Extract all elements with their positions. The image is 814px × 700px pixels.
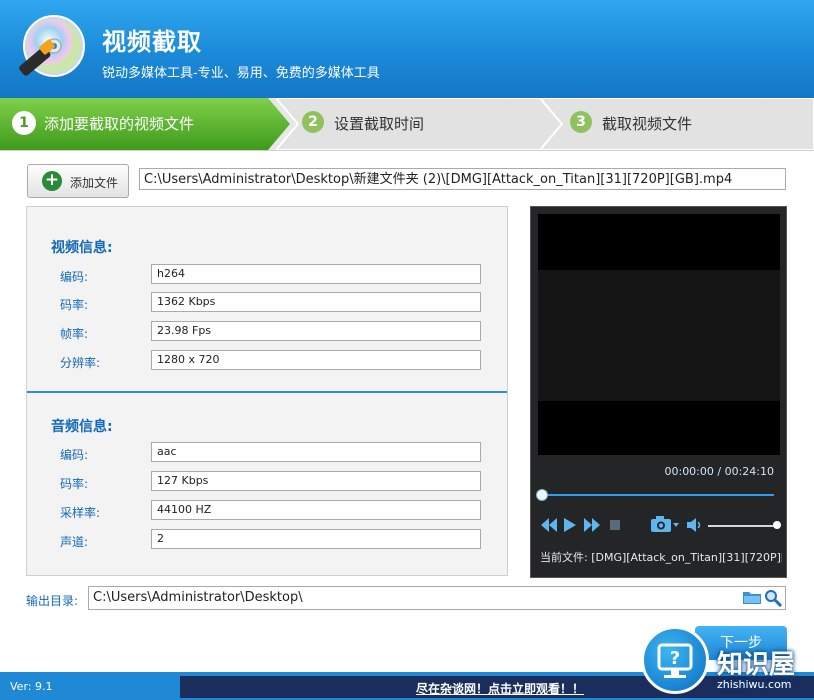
version-label: Ver: 9.1 — [10, 680, 53, 693]
seek-handle[interactable] — [536, 489, 548, 501]
audio-codec-value: aac — [151, 442, 481, 462]
step-bar: 1 添加要截取的视频文件 2 设置截取时间 3 截取视频文件 — [0, 98, 814, 151]
video-bitrate-label: 码率: — [60, 298, 89, 312]
video-player: 00:00:00 / 00:24:10 当前文件: [DMG][Attack_o… — [530, 206, 787, 578]
step-3-cut-video[interactable]: 3 截取视频文件 — [540, 98, 814, 150]
volume-icon[interactable] — [687, 518, 703, 532]
stop-icon[interactable] — [610, 520, 620, 530]
section-divider — [27, 391, 507, 393]
watermark-text: 知识屋 — [717, 650, 796, 680]
watermark-logo-icon: ? — [641, 626, 709, 694]
video-resolution-label: 分辨率: — [60, 356, 101, 370]
video-info-title: 视频信息: — [51, 240, 113, 256]
app-subtitle: 锐动多媒体工具-专业、易用、免费的多媒体工具 — [102, 66, 380, 81]
video-resolution-value: 1280 x 720 — [151, 350, 481, 370]
step-number: 3 — [570, 111, 592, 133]
search-icon[interactable] — [764, 589, 782, 607]
step-number: 1 — [12, 111, 36, 135]
media-info-panel: 视频信息: 编码: h264 码率: 1362 Kbps 帧率: 23.98 F… — [26, 206, 508, 576]
volume-slider[interactable] — [708, 525, 774, 527]
volume-handle[interactable] — [773, 521, 781, 529]
time-display: 00:00:00 / 00:24:10 — [664, 465, 774, 478]
output-dir-label: 输出目录: — [26, 594, 79, 608]
add-file-label: 添加文件 — [70, 176, 119, 190]
fast-forward-icon[interactable] — [584, 518, 600, 532]
rewind-icon[interactable] — [541, 518, 557, 532]
ad-link[interactable]: 尽在杂谈网！点击立即观看！！ — [416, 680, 584, 697]
camera-snapshot-icon[interactable] — [650, 515, 680, 533]
plus-icon: + — [42, 171, 62, 191]
video-codec-value: h264 — [151, 264, 481, 284]
audio-samplerate-label: 采样率: — [60, 506, 101, 520]
video-frame — [538, 270, 780, 401]
audio-samplerate-value: 44100 HZ — [151, 500, 481, 520]
play-icon[interactable] — [564, 518, 576, 532]
output-dir-field[interactable]: C:\Users\Administrator\Desktop\ — [88, 586, 786, 610]
seek-bar[interactable] — [541, 494, 774, 496]
step-2-set-time[interactable]: 2 设置截取时间 — [276, 98, 566, 150]
output-dir-value: C:\Users\Administrator\Desktop\ — [93, 590, 303, 605]
add-file-button[interactable]: + 添加文件 — [27, 164, 129, 198]
audio-bitrate-value: 127 Kbps — [151, 471, 481, 491]
video-codec-label: 编码: — [60, 270, 89, 284]
folder-icon[interactable] — [743, 590, 761, 604]
video-framerate-value: 23.98 Fps — [151, 321, 481, 341]
audio-info-title: 音频信息: — [51, 419, 113, 435]
video-screen[interactable] — [538, 214, 780, 455]
video-framerate-label: 帧率: — [60, 327, 89, 341]
video-disc-logo-icon — [19, 15, 85, 77]
step-label: 截取视频文件 — [602, 115, 693, 133]
step-1-add-file[interactable]: 1 添加要截取的视频文件 — [0, 98, 290, 150]
audio-channels-value: 2 — [151, 529, 481, 549]
step-label: 设置截取时间 — [334, 115, 425, 133]
step-label: 添加要截取的视频文件 — [44, 115, 195, 133]
watermark: ? 知识屋 zhishiwu.com — [641, 626, 814, 700]
current-file-label: 当前文件: [DMG][Attack_on_Titan][31][720P][G… — [540, 551, 782, 564]
audio-channels-label: 声道: — [60, 535, 89, 549]
app-header: 视频截取 锐动多媒体工具-专业、易用、免费的多媒体工具 — [0, 0, 814, 98]
file-path-field[interactable]: C:\Users\Administrator\Desktop\新建文件夹 (2)… — [139, 168, 786, 190]
audio-bitrate-label: 码率: — [60, 477, 89, 491]
app-title: 视频截取 — [102, 28, 202, 56]
audio-codec-label: 编码: — [60, 448, 89, 462]
step-number: 2 — [302, 111, 324, 133]
watermark-url: zhishiwu.com — [717, 678, 792, 691]
svg-text:?: ? — [670, 648, 680, 669]
video-bitrate-value: 1362 Kbps — [151, 292, 481, 312]
